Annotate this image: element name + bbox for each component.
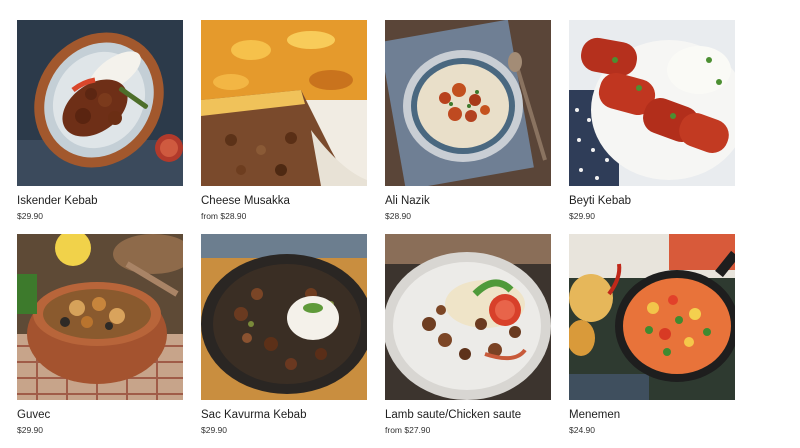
product-price: $29.90 <box>569 211 595 221</box>
product-name[interactable]: Ali Nazik <box>385 194 551 208</box>
product-card[interactable]: Iskender Kebab $29.90 <box>17 20 183 222</box>
product-name[interactable]: Guvec <box>17 408 183 422</box>
product-card[interactable]: Beyti Kebab $29.90 <box>569 20 735 222</box>
product-name[interactable]: Iskender Kebab <box>17 194 183 208</box>
product-card[interactable]: Ali Nazik $28.90 <box>385 20 551 222</box>
product-image-menemen[interactable] <box>569 234 735 400</box>
product-image-ali-nazik[interactable] <box>385 20 551 186</box>
product-price: from $27.90 <box>385 425 431 435</box>
product-card[interactable]: Sac Kavurma Kebab $29.90 <box>201 234 367 436</box>
product-card[interactable]: Cheese Musakka from $28.90 <box>201 20 367 222</box>
product-price: $29.90 <box>17 425 43 435</box>
product-price: $29.90 <box>201 425 227 435</box>
product-image-sac-kavurma-kebab[interactable] <box>201 234 367 400</box>
product-price: from $28.90 <box>201 211 247 221</box>
product-price: $28.90 <box>385 211 411 221</box>
product-image-cheese-musakka[interactable] <box>201 20 367 186</box>
product-name[interactable]: Menemen <box>569 408 735 422</box>
product-card[interactable]: Lamb saute/Chicken saute from $27.90 <box>385 234 551 436</box>
product-grid: Iskender Kebab $29.90 Cheese Musakka fro… <box>17 20 735 436</box>
product-card[interactable]: Guvec $29.90 <box>17 234 183 436</box>
product-name[interactable]: Lamb saute/Chicken saute <box>385 408 551 422</box>
product-image-iskender-kebab[interactable] <box>17 20 183 186</box>
product-name[interactable]: Cheese Musakka <box>201 194 367 208</box>
product-price: $24.90 <box>569 425 595 435</box>
product-image-beyti-kebab[interactable] <box>569 20 735 186</box>
product-name[interactable]: Sac Kavurma Kebab <box>201 408 367 422</box>
product-card[interactable]: Menemen $24.90 <box>569 234 735 436</box>
product-image-lamb-saute[interactable] <box>385 234 551 400</box>
product-name[interactable]: Beyti Kebab <box>569 194 735 208</box>
product-price: $29.90 <box>17 211 43 221</box>
product-image-guvec[interactable] <box>17 234 183 400</box>
